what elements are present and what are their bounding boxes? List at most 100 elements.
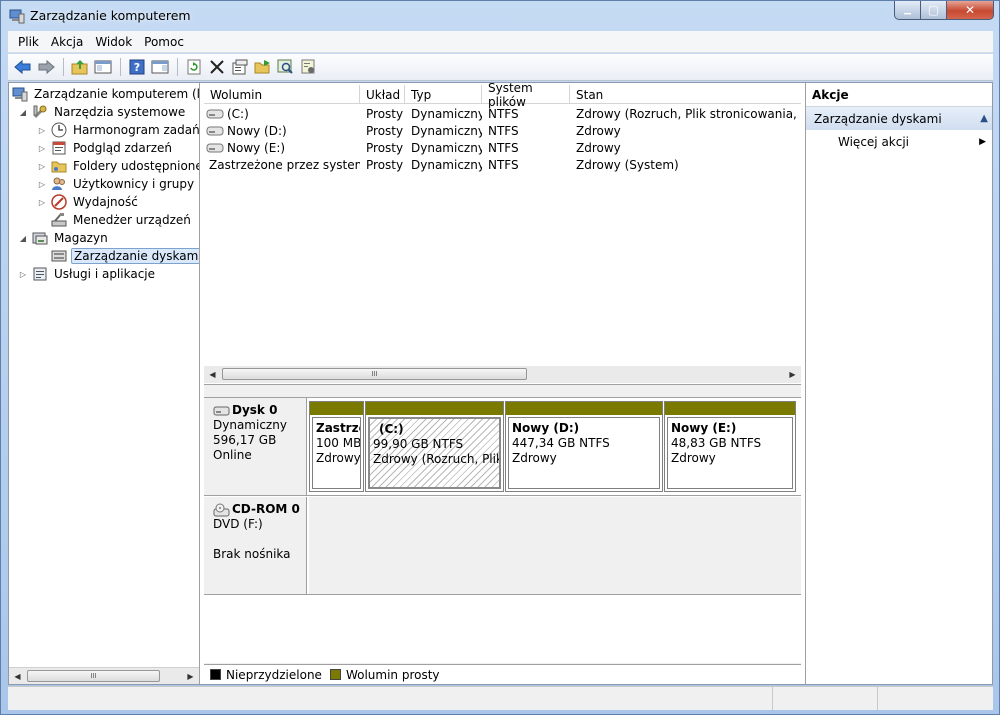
tree-item-disk-management[interactable]: Zarządzanie dyskami — [51, 247, 199, 265]
volume-drive-icon — [206, 143, 224, 152]
volume-list-horizontal-scrollbar[interactable]: ◀ III ▶ — [204, 366, 801, 383]
menu-file[interactable]: Plik — [8, 35, 45, 49]
volume-layout: Prosty — [366, 140, 404, 155]
delete-button[interactable] — [206, 56, 228, 78]
scroll-right-icon[interactable]: ▶ — [182, 668, 199, 684]
up-level-button[interactable] — [69, 56, 91, 78]
scrollbar-thumb[interactable]: III — [27, 670, 160, 682]
settings-button[interactable] — [298, 56, 320, 78]
scroll-right-icon[interactable]: ▶ — [784, 366, 801, 382]
volume-filesystem: NTFS — [488, 106, 519, 121]
column-header-type[interactable]: Typ — [405, 85, 482, 104]
tree-item-users-groups[interactable]: ▷ Użytkownicy i grupy lokalne — [37, 175, 199, 193]
disk-management-icon — [51, 248, 67, 264]
menu-view[interactable]: Widok — [89, 35, 138, 49]
forward-button[interactable] — [35, 56, 57, 78]
tree-item-shared-folders[interactable]: ▷ Foldery udostępnione — [37, 157, 200, 175]
tools-icon — [32, 104, 48, 120]
volume-drive-icon — [206, 109, 224, 118]
users-icon — [51, 176, 67, 192]
settings-icon — [301, 59, 315, 74]
search-icon — [277, 59, 293, 74]
collapse-arrow-icon[interactable]: ◢ — [18, 234, 28, 243]
partition-color-band — [310, 402, 363, 415]
toolbar-separator — [120, 58, 121, 76]
table-row[interactable]: Nowy (D:) Prosty Dynamiczny NTFS Zdrowy — [204, 122, 801, 139]
partition-status: Zdrowy (Rozruch, Plik stronicowania, Zrz… — [373, 452, 501, 466]
partition-system-reserved[interactable]: Zastrzeżone przez system 100 MB Zdrowy — [309, 401, 364, 492]
collapse-up-icon[interactable]: ▲ — [980, 113, 988, 124]
menu-help[interactable]: Pomoc — [138, 35, 190, 49]
table-row[interactable]: Nowy (E:) Prosty Dynamiczny NTFS Zdrowy — [204, 139, 801, 156]
column-header-filesystem[interactable]: System plików — [482, 81, 570, 109]
minimize-button[interactable]: ▁ — [894, 1, 921, 20]
help-button[interactable]: ? — [126, 56, 148, 78]
event-log-icon — [51, 140, 67, 156]
tree-item-event-viewer[interactable]: ▷ Podgląd zdarzeń — [37, 139, 174, 157]
disk-drive: DVD (F:) — [213, 517, 263, 531]
tree-item-root[interactable]: Zarządzanie komputerem (lokalny) — [12, 85, 199, 103]
back-button[interactable] — [12, 56, 34, 78]
collapse-arrow-icon[interactable]: ◢ — [18, 108, 28, 117]
open-folder-icon — [254, 60, 270, 74]
tree-item-performance[interactable]: ▷ Wydajność — [37, 193, 140, 211]
refresh-button[interactable] — [183, 56, 205, 78]
tree-item-system-tools[interactable]: ◢ Narzędzia systemowe — [18, 103, 187, 121]
expand-arrow-icon[interactable]: ▷ — [37, 126, 47, 135]
status-segment — [773, 687, 878, 710]
column-header-layout[interactable]: Układ — [360, 85, 405, 104]
tree-item-services-apps[interactable]: ▷ Usługi i aplikacje — [18, 265, 157, 283]
table-row[interactable]: Zastrzeżone przez system Prosty Dynamicz… — [204, 156, 801, 173]
expand-arrow-icon[interactable]: ▷ — [37, 180, 47, 189]
column-header-volume[interactable]: Wolumin — [204, 85, 360, 104]
expand-arrow-icon[interactable]: ▷ — [37, 144, 47, 153]
partition-name: Nowy (D:) — [512, 421, 580, 435]
actions-section-disk-management[interactable]: Zarządzanie dyskami ▲ — [806, 107, 992, 130]
status-bar — [8, 686, 993, 710]
show-hide-action-pane-button[interactable] — [149, 56, 171, 78]
properties-button[interactable] — [229, 56, 251, 78]
computer-management-icon — [9, 8, 25, 24]
partition-d[interactable]: Nowy (D:) 447,34 GB NTFS Zdrowy — [505, 401, 663, 492]
show-hide-tree-button[interactable] — [92, 56, 114, 78]
partition-status: Zdrowy — [671, 451, 716, 465]
scroll-left-icon[interactable]: ◀ — [9, 668, 26, 684]
partition-size: 447,34 GB NTFS — [512, 436, 610, 450]
scroll-left-icon[interactable]: ◀ — [204, 366, 221, 382]
tree-item-device-manager[interactable]: Menedżer urządzeń — [51, 211, 193, 229]
search-button[interactable] — [275, 56, 297, 78]
volume-filesystem: NTFS — [488, 157, 519, 172]
menu-action[interactable]: Akcja — [45, 35, 89, 49]
disk-row-disk0[interactable]: Dysk 0 Dynamiczny 596,17 GB Online Zastr… — [204, 398, 801, 496]
expand-arrow-icon[interactable]: ▷ — [37, 162, 47, 171]
tree-horizontal-scrollbar[interactable]: ◀ III ▶ — [9, 667, 199, 684]
expand-arrow-icon[interactable]: ▷ — [37, 198, 47, 207]
volume-filesystem: NTFS — [488, 123, 519, 138]
tree-item-task-scheduler[interactable]: ▷ Harmonogram zadań — [37, 121, 199, 139]
partition-c[interactable]: (C:) 99,90 GB NTFS Zdrowy (Rozruch, Plik… — [365, 401, 504, 492]
column-header-status[interactable]: Stan — [570, 85, 801, 104]
partition-name: (C:) — [379, 422, 404, 436]
disk-legend: Nieprzydzielone Wolumin prosty — [204, 664, 801, 684]
main-content: Zarządzanie komputerem (lokalny) ◢ Narzę… — [8, 81, 993, 685]
table-row[interactable]: (C:) Prosty Dynamiczny NTFS Zdrowy (Rozr… — [204, 105, 801, 122]
legend-swatch-unallocated — [210, 669, 221, 680]
pane-splitter[interactable] — [204, 385, 801, 397]
expand-arrow-icon[interactable]: ▷ — [18, 270, 28, 279]
volume-layout: Prosty — [366, 157, 404, 172]
more-actions-item[interactable]: Więcej akcji ▶ — [806, 130, 992, 154]
disk-row-cdrom0[interactable]: CD-ROM 0 DVD (F:) Brak nośnika — [204, 497, 801, 595]
maximize-button[interactable]: ▢ — [921, 1, 947, 20]
scrollbar-thumb[interactable]: III — [222, 368, 527, 380]
title-bar[interactable]: Zarządzanie komputerem ▁ ▢ ✕ — [1, 1, 999, 31]
help-icon: ? — [129, 59, 145, 75]
tree-item-label: Foldery udostępnione — [73, 159, 200, 173]
partition-e[interactable]: Nowy (E:) 48,83 GB NTFS Zdrowy — [664, 401, 796, 492]
more-actions-label: Więcej akcji — [838, 135, 910, 149]
close-button[interactable]: ✕ — [947, 1, 994, 20]
submenu-arrow-icon: ▶ — [979, 137, 986, 147]
tree-item-storage[interactable]: ◢ Magazyn — [18, 229, 110, 247]
close-icon: ✕ — [964, 3, 976, 17]
open-folder-button[interactable] — [252, 56, 274, 78]
legend-label-simple-volume: Wolumin prosty — [345, 667, 440, 682]
